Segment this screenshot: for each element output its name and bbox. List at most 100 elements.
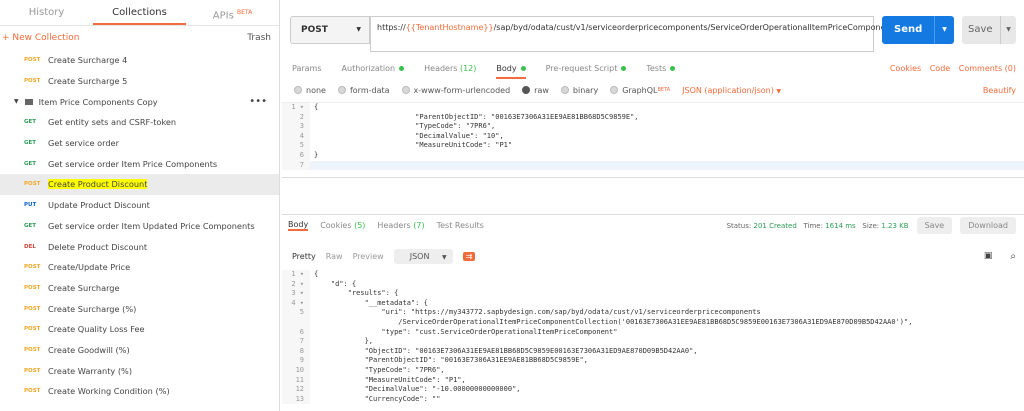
url-input[interactable]: https://{{TenantHostname}}/sap/byd/odata… xyxy=(370,16,933,52)
code-text: "DecimalValue": "-10.00000000000000", xyxy=(314,385,521,394)
response-body-editor[interactable]: 1 ▾{2 ▾ "d": {3 ▾ "results": {4 ▾ "__met… xyxy=(282,270,1024,411)
caret-down-icon[interactable]: ▼ xyxy=(14,98,19,105)
request-item[interactable]: POST Create Product Discount xyxy=(0,174,279,195)
radio-none[interactable] xyxy=(294,86,302,94)
code-line: 5 "uri": "https://my343772.sapbydesign.c… xyxy=(282,308,1024,318)
code-link[interactable]: Code xyxy=(930,64,950,73)
line-number: 7 xyxy=(282,337,310,347)
copy-icon[interactable]: ▣ xyxy=(984,251,993,261)
code-line: 7 }, xyxy=(282,337,1024,347)
response-view-toolbar: Pretty Raw Preview JSON ▼ ⇉ ▣ ⌕ xyxy=(282,246,1024,266)
sidebar: History Collections APIs BETA + New Coll… xyxy=(0,0,280,411)
tab-collections[interactable]: Collections xyxy=(93,0,186,25)
cookies-link[interactable]: Cookies xyxy=(890,64,921,73)
radio-raw[interactable] xyxy=(522,86,531,94)
tab-response-headers[interactable]: Headers (7) xyxy=(377,221,424,230)
response-headers-count: (7) xyxy=(413,221,425,230)
tab-response-cookies[interactable]: Cookies (5) xyxy=(320,221,365,230)
tab-body[interactable]: Body xyxy=(496,64,526,79)
radio-form-data[interactable] xyxy=(337,86,346,94)
code-text: "TypeCode": "7PR6", xyxy=(314,122,496,131)
tab-history[interactable]: History xyxy=(0,0,93,25)
request-item[interactable]: GET Get service order Item Updated Price … xyxy=(0,216,279,237)
method-badge: GET xyxy=(24,140,37,147)
tab-test-results[interactable]: Test Results xyxy=(437,221,484,230)
search-icon[interactable]: ⌕ xyxy=(1010,251,1016,262)
line-number: 5 xyxy=(282,308,310,318)
radio-urlencoded[interactable] xyxy=(401,86,410,94)
save-response-button[interactable]: Save xyxy=(916,217,953,234)
method-select[interactable]: POST ▼ xyxy=(290,16,370,44)
folder-icon xyxy=(24,98,33,105)
request-item[interactable]: GET Get entity sets and CSRF-token xyxy=(0,112,279,133)
request-item[interactable]: POST Create Goodwill (%) xyxy=(0,340,279,361)
request-label: Get service order xyxy=(48,138,119,149)
trash-button[interactable]: Trash xyxy=(247,33,271,43)
line-number: 1 ▾ xyxy=(282,270,310,280)
code-line: 13 "CurrencyCode": "" xyxy=(282,394,1024,405)
code-line: 1 ▾ { xyxy=(282,103,1024,113)
method-badge: POST xyxy=(24,181,41,188)
request-item[interactable]: POST Create Quality Loss Fee xyxy=(0,319,279,340)
request-item[interactable]: POST Create Working Condition (%) xyxy=(0,381,279,402)
request-item[interactable]: GET Get service order Item Price Componen… xyxy=(0,153,279,174)
tab-params[interactable]: Params xyxy=(292,64,322,73)
content-type-select[interactable]: JSON (application/json) ▼ xyxy=(682,86,781,95)
radio-urlencoded-label: x-www-form-urlencoded xyxy=(413,85,511,95)
request-item[interactable]: POST Create Surcharge 5 xyxy=(0,71,279,92)
request-links: Cookies Code Comments (0) xyxy=(884,64,1016,73)
folder-item[interactable]: ▼ Item Price Components Copy ••• xyxy=(0,91,279,112)
tab-tests[interactable]: Tests xyxy=(646,64,676,73)
send-button[interactable]: Send ▼ xyxy=(882,16,954,44)
chevron-down-icon: ▼ xyxy=(776,87,782,95)
code-line: 3 "TypeCode": "7PR6", xyxy=(282,122,1024,132)
request-item[interactable]: POST Create/Update Price xyxy=(0,257,279,278)
request-item[interactable]: POST Create Surcharge (%) xyxy=(0,298,279,319)
line-number: 8 xyxy=(282,346,310,357)
code-text: { xyxy=(314,103,319,111)
code-text: "type": "cust.ServiceOrderOperationalIte… xyxy=(314,327,618,336)
code-line: 3 ▾ "results": { xyxy=(282,289,1024,299)
code-line: 9 "ParentObjectID": "00163E7306A31EE9AE8… xyxy=(282,356,1024,366)
raw-button[interactable]: Raw xyxy=(326,252,343,261)
more-options-icon[interactable]: ••• xyxy=(249,96,267,107)
line-number: 3 xyxy=(282,122,310,132)
tab-headers[interactable]: Headers (12) xyxy=(424,64,476,73)
download-button[interactable]: Download xyxy=(960,217,1016,234)
beta-badge: BETA xyxy=(237,9,253,16)
pretty-button[interactable]: Pretty xyxy=(292,252,316,261)
radio-graphql-label: GraphQL xyxy=(622,85,658,95)
code-line: 2 ▾ "d": { xyxy=(282,279,1024,290)
radio-binary[interactable] xyxy=(560,86,569,94)
chevron-down-icon: ▼ xyxy=(441,253,447,261)
code-text: "TypeCode": "7PR6", xyxy=(314,365,445,374)
request-item[interactable]: POST Create Surcharge 4 xyxy=(0,50,279,71)
tab-prerequest[interactable]: Pre-request Script xyxy=(546,64,627,73)
request-item[interactable]: GET Get service order xyxy=(0,133,279,154)
tab-authorization[interactable]: Authorization xyxy=(342,64,405,73)
beautify-button[interactable]: Beautify xyxy=(983,86,1016,95)
code-text: "__metadata": { xyxy=(314,298,428,307)
request-item[interactable]: POST Create Surcharge xyxy=(0,278,279,299)
method-badge: POST xyxy=(24,284,41,291)
request-bar: POST ▼ https://{{TenantHostname}}/sap/byd… xyxy=(290,12,1016,57)
preview-button[interactable]: Preview xyxy=(353,252,384,261)
tab-apis[interactable]: APIs BETA xyxy=(186,0,279,25)
send-dropdown-icon[interactable]: ▼ xyxy=(934,16,954,44)
request-item[interactable]: DEL Delete Product Discount xyxy=(0,236,279,257)
save-button[interactable]: Save ▼ xyxy=(962,16,1016,44)
request-item[interactable]: PUT Update Product Discount xyxy=(0,195,279,216)
request-label: Get entity sets and CSRF-token xyxy=(48,117,177,128)
save-dropdown-icon[interactable]: ▼ xyxy=(1000,16,1016,44)
comments-link[interactable]: Comments (0) xyxy=(959,64,1016,73)
request-label: Update Product Discount xyxy=(48,200,150,211)
line-number: 9 xyxy=(282,356,310,366)
format-select[interactable]: JSON ▼ xyxy=(393,248,453,264)
wrap-lines-icon[interactable]: ⇉ xyxy=(462,251,476,261)
new-collection-button[interactable]: + New Collection xyxy=(2,33,79,43)
request-body-editor[interactable]: 1 ▾ {2 "ParentObjectID": "00163E7306A31EE… xyxy=(282,102,1024,178)
tab-response-body[interactable]: Body xyxy=(288,220,309,231)
radio-graphql[interactable] xyxy=(610,86,619,94)
code-line: 4 ▾ "__metadata": { xyxy=(282,298,1024,309)
request-item[interactable]: POST Create Warranty (%) xyxy=(0,360,279,381)
